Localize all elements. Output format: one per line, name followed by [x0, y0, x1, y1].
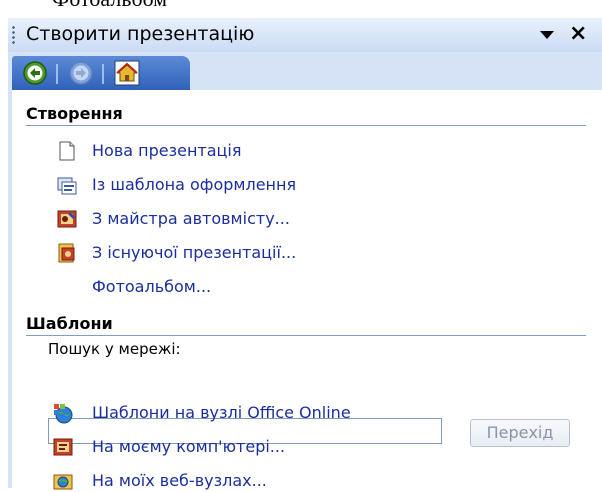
autocontent-wizard-icon [57, 210, 77, 228]
home-icon[interactable] [114, 60, 140, 86]
back-arrow-icon[interactable] [22, 60, 48, 86]
blank-document-icon [59, 141, 75, 161]
web-sites-templates-link[interactable]: На моїх веб-вузлах... [92, 471, 267, 490]
design-template-icon [57, 177, 77, 195]
task-pane: Створити презентацію × Створення Нова пр… [8, 18, 602, 490]
my-computer-templates-link[interactable]: На моєму комп'ютері... [92, 437, 285, 456]
existing-presentation-icon [58, 243, 75, 263]
office-online-icon [54, 404, 73, 424]
search-label: Пошук у мережі: [48, 340, 181, 358]
nav-separator [56, 64, 58, 84]
from-existing-presentation-link[interactable]: З існуючої презентації... [92, 243, 296, 262]
office-online-templates-link[interactable]: Шаблони на вузлі Office Online [92, 403, 351, 422]
drag-grip[interactable] [12, 25, 15, 45]
web-sites-icon [53, 474, 73, 490]
task-pane-content: Створення Нова презентація Із шаблона оф… [12, 90, 602, 490]
section-heading-templates: Шаблони [26, 314, 586, 336]
new-presentation-link[interactable]: Нова презентація [92, 141, 242, 160]
close-icon[interactable]: × [569, 22, 587, 46]
cut-off-heading: Фотоальбом [52, 0, 167, 12]
from-design-template-link[interactable]: Із шаблона оформлення [92, 175, 296, 194]
go-button[interactable]: Перехід [470, 419, 570, 447]
nav-separator [102, 64, 104, 84]
photo-album-link[interactable]: Фотоальбом... [92, 277, 211, 296]
forward-arrow-icon[interactable] [68, 60, 94, 86]
my-computer-templates-icon [53, 438, 73, 456]
section-heading-create: Створення [26, 104, 586, 126]
task-pane-titlebar: Створити презентацію × [8, 18, 602, 52]
task-pane-title: Створити презентацію [26, 23, 255, 45]
navigation-bar [12, 56, 190, 90]
from-autocontent-wizard-link[interactable]: З майстра автовмісту... [92, 209, 290, 228]
dropdown-arrow-icon[interactable] [540, 31, 554, 39]
